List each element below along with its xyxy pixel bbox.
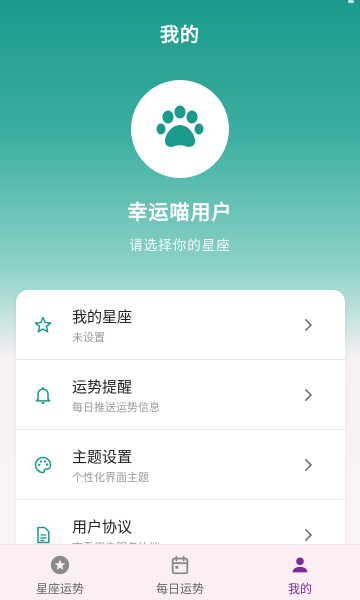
menu-item-title: 我的星座 [72,308,133,326]
menu-item-theme-settings[interactable]: 主题设置 个性化界面主题 [16,430,345,500]
nav-label: 星座运势 [35,582,84,596]
menu-card: 我的星座 未设置 运势提醒 每日推送运势信息 主题设置 个性化界面主题 用户协议… [16,290,345,550]
nav-label: 每日运势 [155,582,204,596]
menu-item-title: 用户协议 [72,518,133,536]
chevron-right-icon [305,319,313,331]
nav-tab-mine[interactable]: 我的 [240,545,360,600]
user-name: 幸运喵用户 [127,200,233,224]
nav-tab-horoscope[interactable]: 星座运势 [0,545,120,600]
chevron-right-icon [305,459,313,471]
menu-item-title: 主题设置 [72,448,133,466]
chevron-right-icon [305,529,313,541]
page-title: 我的 [159,24,200,46]
paw-icon [156,105,204,147]
bell-icon [32,384,54,406]
status-indicator [348,0,354,3]
document-icon [32,524,54,546]
menu-item-fortune-reminder[interactable]: 运势提醒 每日推送运势信息 [16,360,345,430]
menu-item-user-agreement[interactable]: 用户协议 查看用户服务协议 [16,500,345,550]
calendar-icon [171,555,189,575]
menu-item-title: 运势提醒 [72,378,133,396]
palette-icon [32,454,54,476]
nav-tab-daily-fortune[interactable]: 每日运势 [120,545,240,600]
menu-item-subtitle: 每日推送运势信息 [72,401,160,414]
nav-label: 我的 [287,582,312,596]
user-subtitle[interactable]: 请选择你的星座 [0,234,360,254]
menu-item-my-sign[interactable]: 我的星座 未设置 [16,290,345,360]
star-circle-icon [50,555,70,575]
person-icon [292,557,308,573]
bottom-navigation: 星座运势 每日运势 我的 [0,544,360,600]
avatar[interactable] [131,80,229,178]
star-outline-icon [32,314,54,336]
chevron-right-icon [305,389,313,401]
menu-item-subtitle: 个性化界面主题 [72,471,149,484]
menu-item-subtitle: 未设置 [72,331,105,344]
